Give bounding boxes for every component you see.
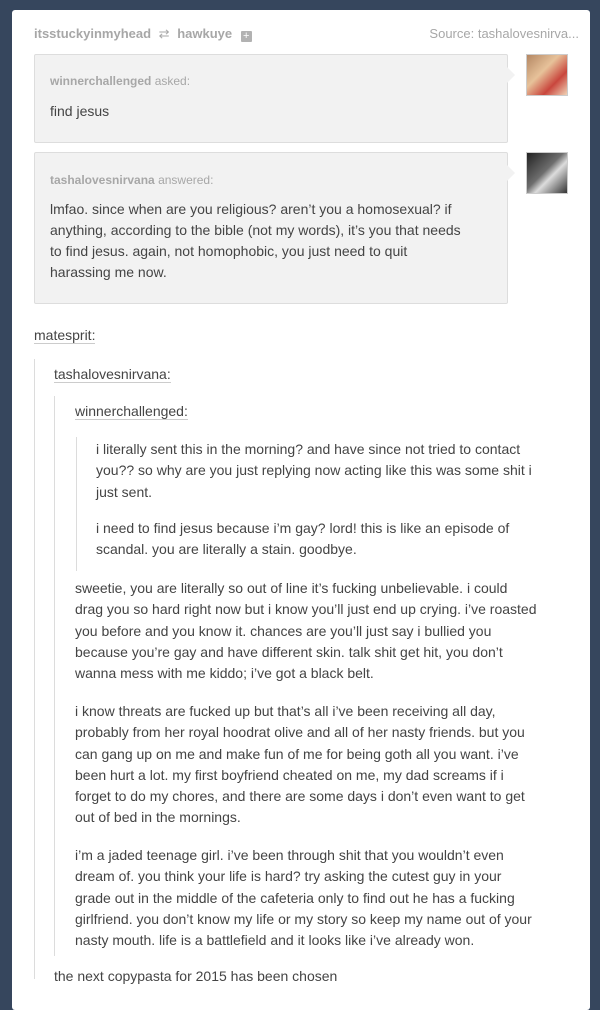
text-line: dream of. you think your life is hard? t… xyxy=(75,868,502,885)
username-tashalovesnirvana[interactable]: tashalovesnirvana: xyxy=(54,366,171,383)
answer-line: anything, according to the bible (not my… xyxy=(50,222,461,238)
asker-line: winnerchallenged asked: xyxy=(50,74,190,88)
asked-label: asked: xyxy=(154,74,191,88)
text-line: forget to do my chores, and there are so… xyxy=(75,788,525,805)
text-line: sweetie, you are literally so out of lin… xyxy=(75,580,508,596)
text-line: just sent. xyxy=(96,483,153,500)
final-comment: the next copypasta for 2015 has been cho… xyxy=(54,968,338,984)
tasha-paragraph-3: i’m a jaded teenage girl. i’ve been thro… xyxy=(75,845,575,951)
answer-line: lmfao. since when are you religious? are… xyxy=(50,201,452,217)
answerer-avatar[interactable] xyxy=(526,152,568,194)
plus-icon[interactable]: + xyxy=(240,31,252,42)
text-line: can gang up on me and make fun of me for… xyxy=(75,745,519,762)
winner-paragraph-1: i literally sent this in the morning? an… xyxy=(96,439,576,503)
tasha-paragraph-1: sweetie, you are literally so out of lin… xyxy=(75,578,575,684)
text-line: drag you so hard right now but i know yo… xyxy=(75,601,537,618)
text-line: you before and you know it. chances are … xyxy=(75,622,492,639)
text-line: out of bed in the mornings. xyxy=(75,809,241,826)
answer-bubble: tashalovesnirvana answered: lmfao. since… xyxy=(34,152,515,304)
text-line: i know threats are fucked up but that’s … xyxy=(75,703,496,719)
answerer-name[interactable]: tashalovesnirvana xyxy=(50,173,155,187)
text-line: wanna mess with me kiddo; i’ve got a bla… xyxy=(75,665,374,682)
username-matesprit[interactable]: matesprit: xyxy=(34,327,96,344)
reblogger-link[interactable]: itsstuckyinmyhead xyxy=(34,26,151,41)
source-link[interactable]: Source: tashalovesnirva... xyxy=(429,26,579,41)
asker-avatar[interactable] xyxy=(526,54,568,96)
text-line: probably from her royal hoodrat olive an… xyxy=(75,724,525,741)
answer-text: lmfao. since when are you religious? are… xyxy=(50,199,500,283)
text-line: grade out in the middle of the cafeteria… xyxy=(75,889,515,906)
answer-line: to find jesus. again, not homophobic, yo… xyxy=(50,243,408,259)
reblog-icon: ⇄ xyxy=(158,26,170,41)
text-line: i need to find jesus because i’m gay? lo… xyxy=(96,520,510,536)
text-line: you?? so why are you just replying now a… xyxy=(96,462,532,479)
original-poster-link[interactable]: hawkuye xyxy=(177,26,232,41)
answerer-line: tashalovesnirvana answered: xyxy=(50,173,213,187)
text-line: nasty mouth. life is a battlefield and i… xyxy=(75,932,475,949)
text-line: i’m a jaded teenage girl. i’ve been thro… xyxy=(75,847,504,863)
post-header: itsstuckyinmyhead ⇄ hawkuye + Source: ta… xyxy=(34,26,579,46)
text-line: because you’re gay and have different sk… xyxy=(75,643,503,660)
text-line: i literally sent this in the morning? an… xyxy=(96,441,521,457)
asker-name[interactable]: winnerchallenged xyxy=(50,74,151,88)
text-line: girlfriend. you don’t know my life or my… xyxy=(75,910,532,927)
post-card: itsstuckyinmyhead ⇄ hawkuye + Source: ta… xyxy=(12,10,590,1010)
text-line: been hurt a lot. my first boyfriend chea… xyxy=(75,766,504,783)
answered-label: answered: xyxy=(158,173,214,187)
answer-line: harassing me now. xyxy=(50,264,167,280)
text-line: scandal. you are literally a stain. good… xyxy=(96,541,357,558)
tasha-paragraph-2: i know threats are fucked up but that’s … xyxy=(75,701,575,829)
question-text: find jesus xyxy=(50,103,110,119)
username-winnerchallenged[interactable]: winnerchallenged: xyxy=(75,403,188,420)
winner-paragraph-2: i need to find jesus because i’m gay? lo… xyxy=(96,518,576,561)
ask-bubble: winnerchallenged asked: find jesus xyxy=(34,54,515,143)
